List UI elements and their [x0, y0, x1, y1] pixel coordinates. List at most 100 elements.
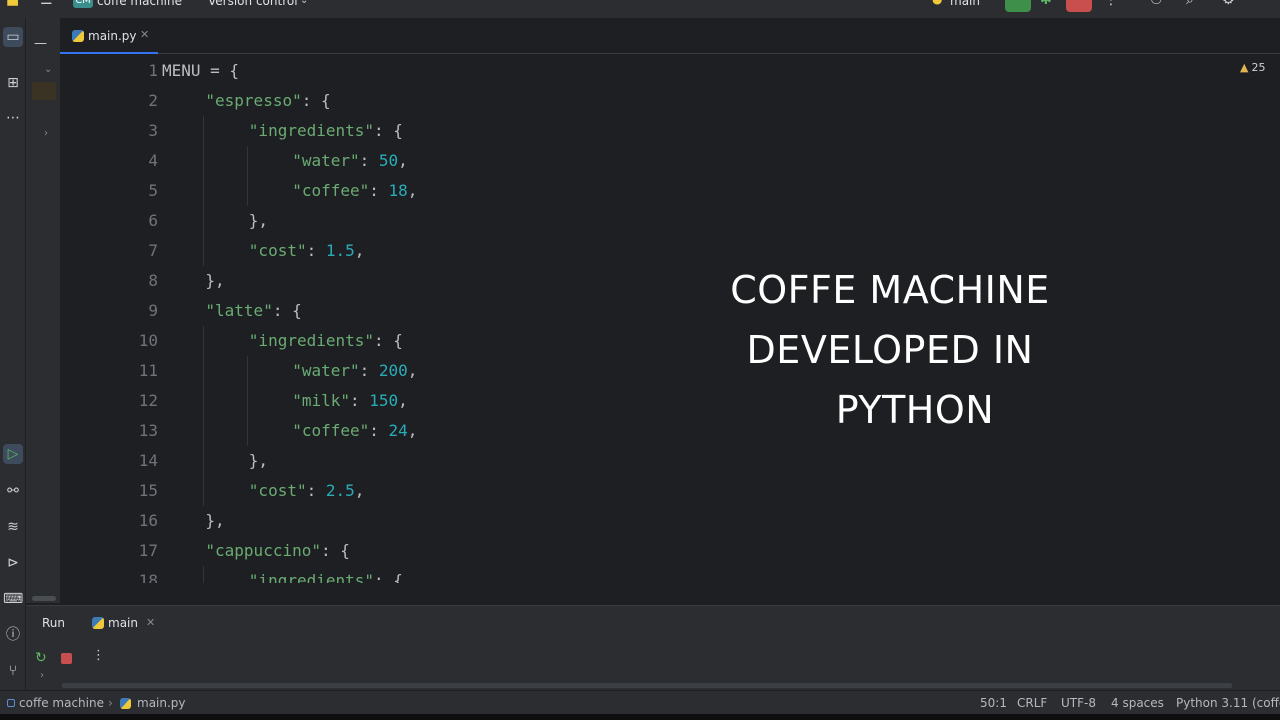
code-line[interactable]: "espresso": { [205, 86, 330, 116]
code-token: : [306, 481, 326, 500]
line-number[interactable]: 17 [98, 536, 158, 566]
debug-icon[interactable]: ✱ [1040, 0, 1052, 8]
code-token: : { [374, 121, 403, 140]
warnings-count: 25 [1251, 61, 1266, 74]
structure-icon[interactable]: ⊞ [3, 73, 23, 93]
line-number[interactable]: 1 [98, 56, 158, 86]
line-number[interactable]: 13 [98, 416, 158, 446]
search-icon[interactable]: ⌕ [1186, 0, 1194, 8]
code-line[interactable]: }, [205, 266, 224, 296]
code-token: , [398, 391, 408, 410]
run-config-selector[interactable]: main [950, 0, 980, 8]
code-line[interactable]: }, [205, 506, 224, 536]
line-number[interactable]: 6 [98, 206, 158, 236]
console-output[interactable] [62, 683, 1232, 688]
more-options-icon[interactable]: ⋮ [92, 648, 105, 663]
code-token: : [349, 391, 370, 410]
git-icon[interactable]: ⑂ [3, 661, 23, 681]
code-line[interactable]: "ingredients": { [249, 566, 403, 583]
horizontal-scrollbar[interactable] [32, 596, 56, 601]
line-number[interactable]: 3 [98, 116, 158, 146]
code-token: : { [374, 571, 403, 583]
terminal-icon[interactable]: ⌨ [3, 589, 23, 609]
stop-icon[interactable] [61, 653, 72, 664]
code-line[interactable]: "latte": { [205, 296, 301, 326]
line-number[interactable]: 15 [98, 476, 158, 506]
code-line[interactable]: "cost": 1.5, [249, 236, 365, 266]
line-number[interactable]: 11 [98, 356, 158, 386]
more-actions-icon[interactable]: ⋮ [1104, 0, 1118, 8]
add-user-icon[interactable]: ⚇ [1150, 0, 1163, 8]
code-line[interactable]: MENU = { [162, 56, 239, 86]
code-line[interactable]: "ingredients": { [249, 326, 403, 356]
string-token: "cost" [248, 481, 307, 500]
indent-guide [246, 416, 248, 446]
line-number[interactable]: 7 [98, 236, 158, 266]
line-number[interactable]: 16 [98, 506, 158, 536]
tab-main-py[interactable]: main.py ✕ [60, 18, 158, 54]
line-number[interactable]: 14 [98, 446, 158, 476]
code-line[interactable]: "cost": 2.5, [249, 476, 365, 506]
line-number[interactable]: 4 [98, 146, 158, 176]
chevron-right-icon: › [108, 696, 113, 710]
code-token: , [407, 421, 418, 440]
line-number[interactable]: 18 [98, 566, 158, 583]
chevron-right-icon[interactable]: › [40, 670, 44, 681]
rerun-icon[interactable]: ↻ [35, 650, 47, 666]
vcs-menu[interactable]: Version control [208, 0, 298, 8]
code-editor[interactable]: 1 2 3 4 5 6 7 8 9 10 11 12 13 14 15 16 17 18 MENU = {"esp… [60, 55, 1280, 583]
code-line[interactable]: "coffee": 18, [292, 176, 417, 206]
more-tools-icon[interactable]: ⋯ [3, 108, 23, 128]
code-line[interactable]: "water": 50, [292, 146, 408, 176]
line-number[interactable]: 8 [98, 266, 158, 296]
indent-guide [203, 356, 205, 386]
status-project[interactable]: coffe machine [19, 696, 104, 710]
close-icon[interactable]: ✕ [140, 28, 149, 41]
file-encoding[interactable]: UTF-8 [1061, 696, 1096, 710]
code-line[interactable]: "coffee": 24, [292, 416, 417, 446]
line-number[interactable]: 2 [98, 86, 158, 116]
settings-icon[interactable]: ⚙ [1222, 0, 1235, 8]
code-line[interactable]: "milk": 150, [292, 386, 408, 416]
collapse-panel-icon[interactable]: — [34, 36, 47, 51]
caret-position[interactable]: 50:1 [980, 696, 1007, 710]
line-number[interactable]: 12 [98, 386, 158, 416]
line-separator[interactable]: CRLF [1017, 696, 1047, 710]
status-file[interactable]: main.py [137, 696, 186, 710]
layers-icon[interactable]: ≋ [3, 517, 23, 537]
line-number[interactable]: 10 [98, 326, 158, 356]
string-token: "coffee" [292, 421, 370, 440]
code-token: MENU = { [162, 61, 240, 80]
chevron-down-icon[interactable]: ⌄ [44, 64, 52, 75]
line-number[interactable]: 5 [98, 176, 158, 206]
main-menu-icon[interactable]: ☰ [40, 0, 53, 8]
code-token: : { [272, 301, 302, 320]
python-console-icon[interactable]: ⚯ [3, 481, 23, 501]
project-badge[interactable]: CM [73, 0, 93, 8]
code-line[interactable]: "cappuccino": { [205, 536, 350, 566]
code-line[interactable]: }, [249, 446, 268, 476]
string-token: "ingredients" [248, 121, 375, 140]
code-line[interactable]: "ingredients": { [249, 116, 403, 146]
code-line[interactable]: "water": 200, [292, 356, 417, 386]
close-icon[interactable]: ✕ [146, 616, 155, 629]
python-interpreter[interactable]: Python 3.11 (coffe [1176, 696, 1280, 710]
code-line[interactable]: }, [249, 206, 268, 236]
selected-tree-item[interactable] [32, 82, 56, 100]
line-number[interactable]: 9 [98, 296, 158, 326]
run-button[interactable] [1005, 0, 1031, 12]
indent-setting[interactable]: 4 spaces [1111, 696, 1164, 710]
chevron-right-icon[interactable]: › [44, 128, 48, 139]
warnings-indicator[interactable]: ▲ 25 [1240, 61, 1265, 74]
stop-button[interactable] [1066, 0, 1092, 12]
run-tool-icon[interactable]: ▷ [3, 444, 23, 464]
status-bar: coffe machine › main.py 50:1 CRLF UTF-8 … [0, 690, 1280, 714]
code-token: , [398, 151, 408, 170]
string-token: "ingredients" [248, 331, 375, 350]
services-icon[interactable]: ⊳ [3, 553, 23, 573]
left-tool-strip: ▭ ⊞ ⋯ ▷ ⚯ ≋ ⊳ ⌨ ⓘ ⑂ [0, 18, 26, 690]
project-name[interactable]: coffe machine [97, 0, 182, 8]
folder-icon[interactable]: ▭ [3, 27, 23, 47]
problems-icon[interactable]: ⓘ [3, 625, 23, 645]
code-area[interactable]: MENU = {"espresso": {"ingredients": {"wa… [162, 55, 762, 583]
